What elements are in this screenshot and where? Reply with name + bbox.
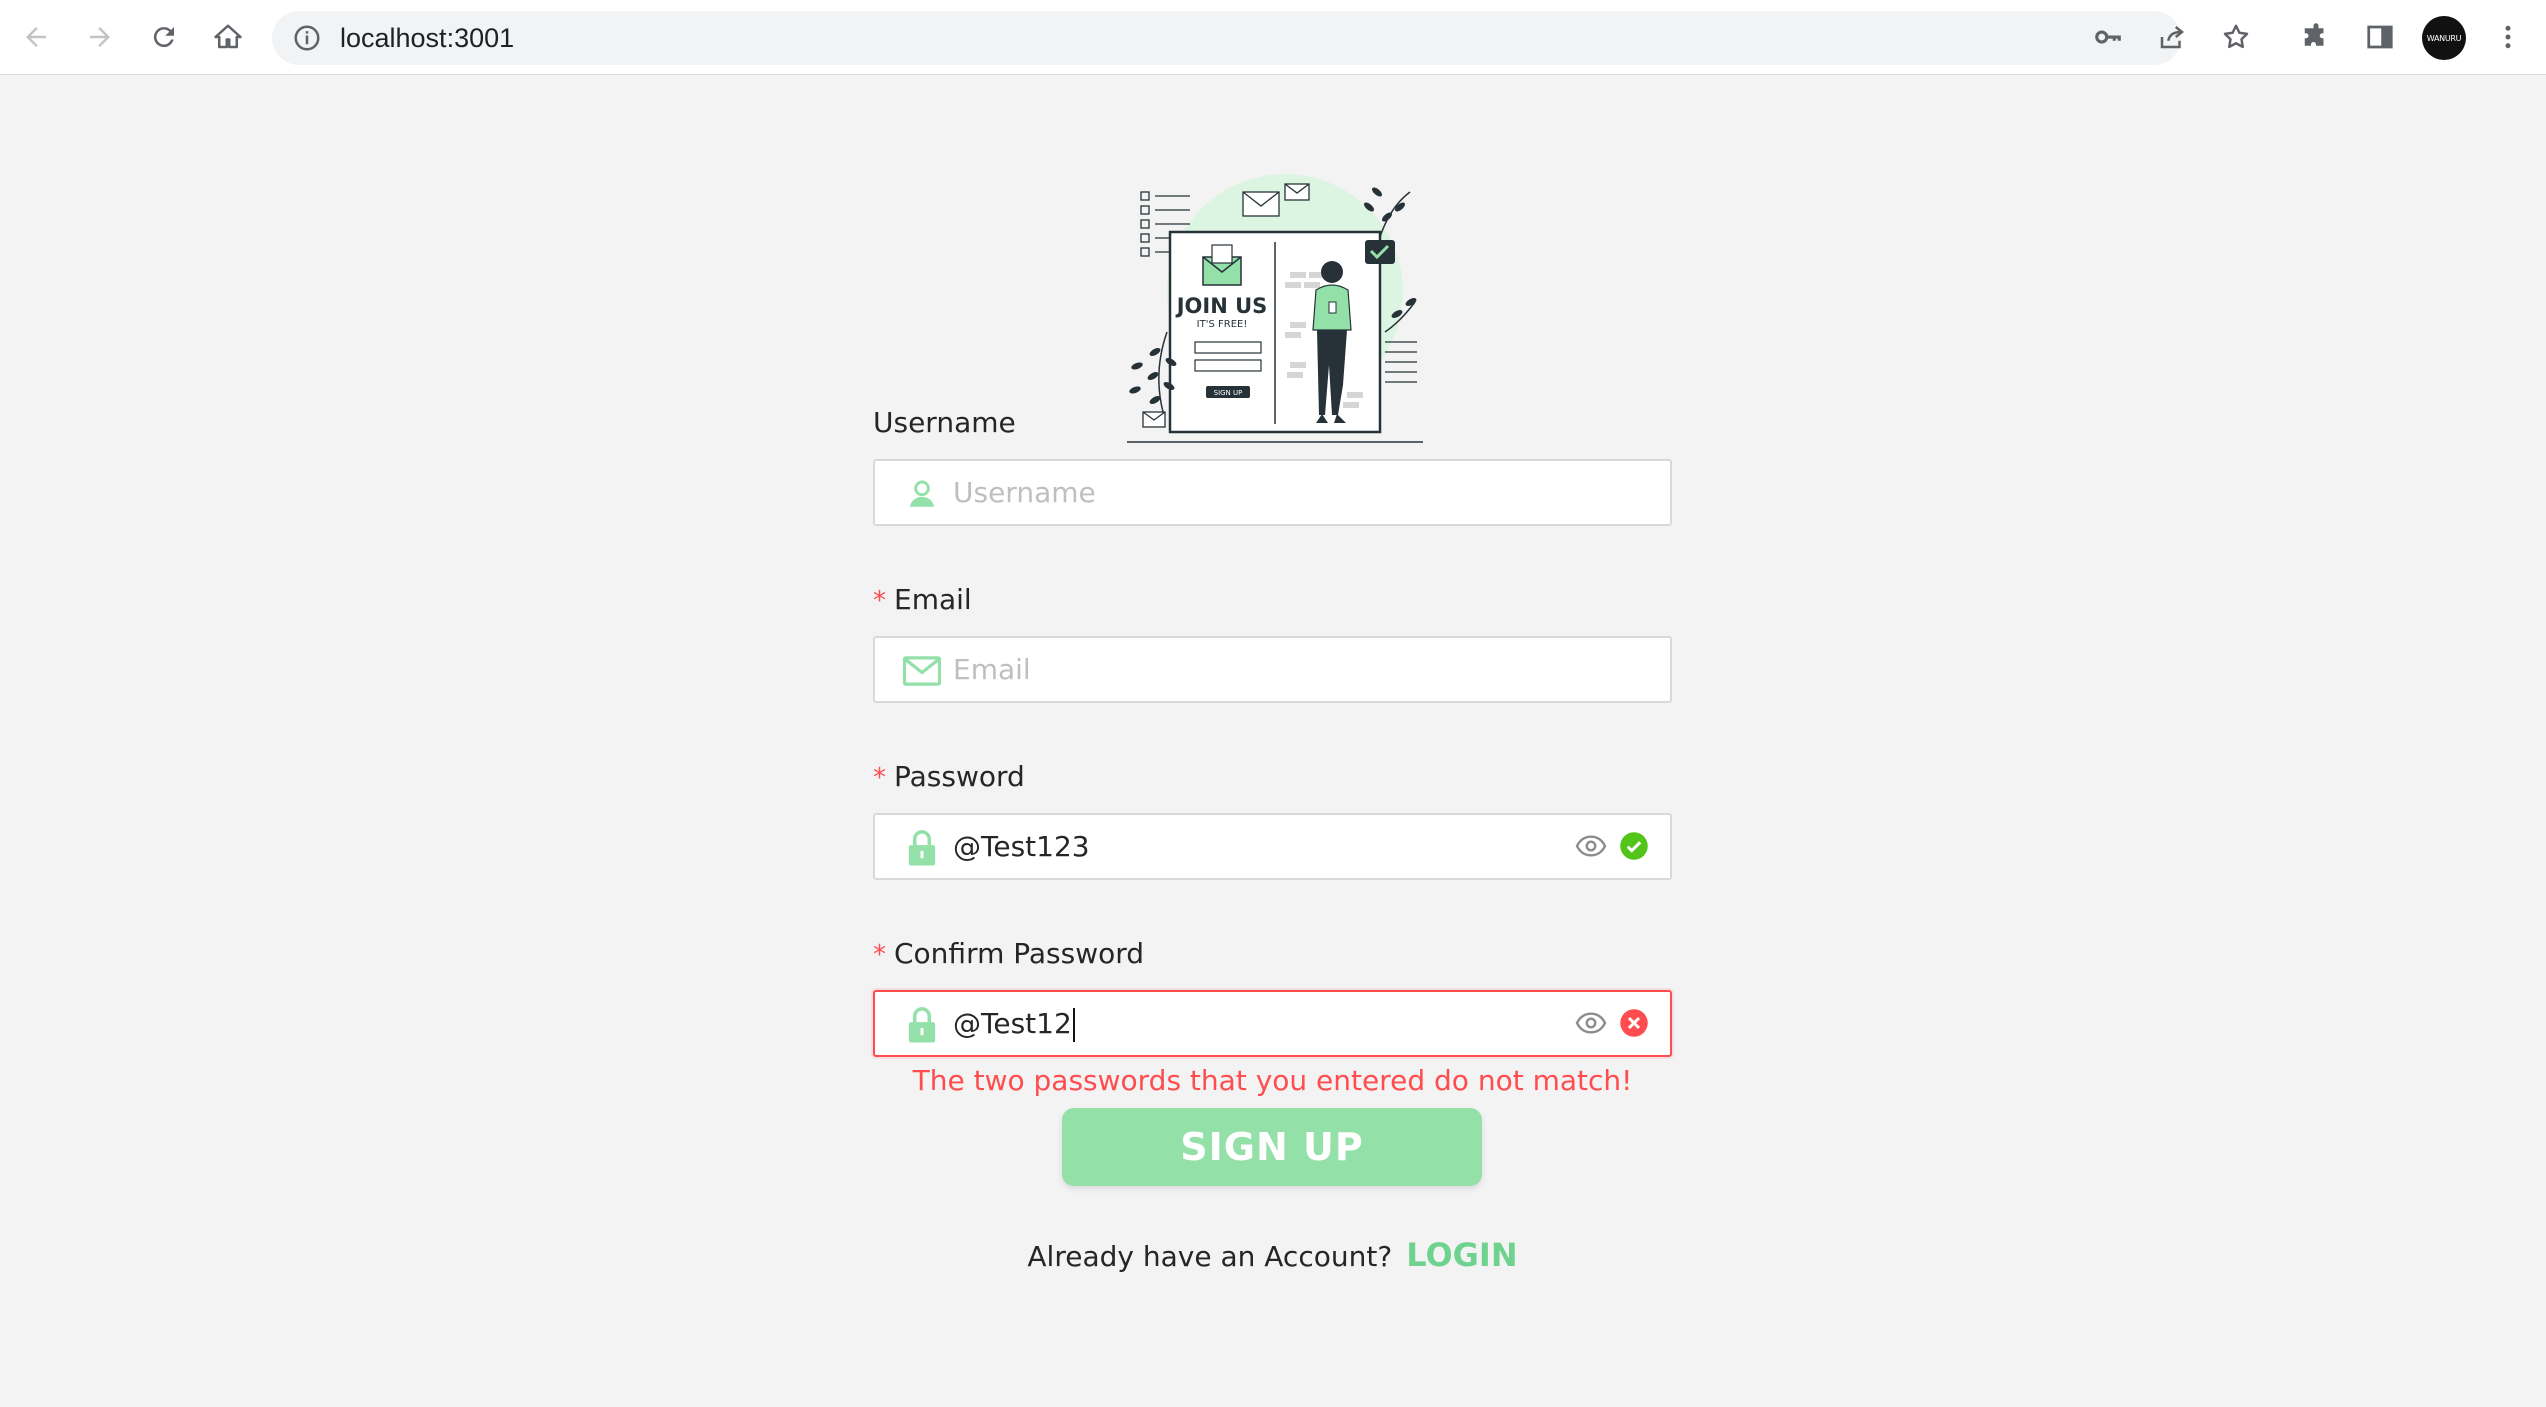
url-text[interactable]: localhost:3001 (340, 11, 514, 65)
eye-icon[interactable] (1575, 1009, 1607, 1037)
username-input[interactable]: Username (953, 461, 1096, 524)
password-input[interactable]: @Test123 (953, 815, 1090, 878)
success-check-icon (1619, 831, 1649, 861)
email-input[interactable]: Email (953, 638, 1031, 701)
username-label: Username (873, 406, 1016, 439)
email-field[interactable]: Email (873, 636, 1672, 703)
login-link[interactable]: LOGIN (1406, 1236, 1517, 1274)
password-mismatch-error: The two passwords that you entered do no… (912, 1064, 1633, 1097)
share-icon[interactable] (2152, 17, 2192, 57)
password-field[interactable]: @Test123 (873, 813, 1672, 880)
illustration-subheading: IT'S FREE! (1197, 319, 1248, 330)
back-icon[interactable] (16, 17, 56, 57)
bookmark-star-icon[interactable] (2216, 17, 2256, 57)
password-label: * Password (873, 760, 1025, 793)
signup-page: JOIN US IT'S FREE! SIGN UP Username User… (0, 76, 2546, 1407)
lock-icon (903, 1007, 941, 1043)
required-mark: * (873, 763, 886, 793)
site-info-icon[interactable] (292, 23, 322, 53)
required-mark: * (873, 586, 886, 616)
confirm-password-field[interactable]: @Test12 (873, 990, 1672, 1057)
sign-up-button[interactable]: SIGN UP (1062, 1108, 1482, 1186)
menu-kebab-icon[interactable] (2488, 17, 2528, 57)
forward-icon[interactable] (80, 17, 120, 57)
text-caret (1072, 1008, 1075, 1042)
extensions-icon[interactable] (2296, 17, 2336, 57)
error-close-icon (1619, 1008, 1649, 1038)
username-field[interactable]: Username (873, 459, 1672, 526)
address-bar[interactable]: localhost:3001 (272, 11, 2181, 65)
eye-icon[interactable] (1575, 832, 1607, 860)
browser-toolbar: localhost:3001 WANURU (0, 0, 2546, 75)
profile-avatar[interactable]: WANURU (2422, 16, 2466, 60)
side-panel-icon[interactable] (2360, 17, 2400, 57)
password-key-icon[interactable] (2088, 17, 2128, 57)
join-us-illustration: JOIN US IT'S FREE! SIGN UP (1115, 162, 1425, 452)
illustration-button-text: SIGN UP (1214, 389, 1243, 397)
confirm-password-label: * Confirm Password (873, 937, 1145, 970)
illustration-heading: JOIN US (1175, 294, 1268, 318)
user-icon (903, 476, 941, 512)
account-prompt-text: Already have an Account? (1027, 1240, 1393, 1273)
reload-icon[interactable] (144, 17, 184, 57)
confirm-password-input[interactable]: @Test12 (953, 992, 1075, 1055)
mail-icon (903, 653, 941, 689)
email-label: * Email (873, 583, 972, 616)
lock-icon (903, 830, 941, 866)
required-mark: * (873, 940, 886, 970)
login-prompt: Already have an Account? LOGIN (873, 1236, 1672, 1274)
home-icon[interactable] (208, 17, 248, 57)
